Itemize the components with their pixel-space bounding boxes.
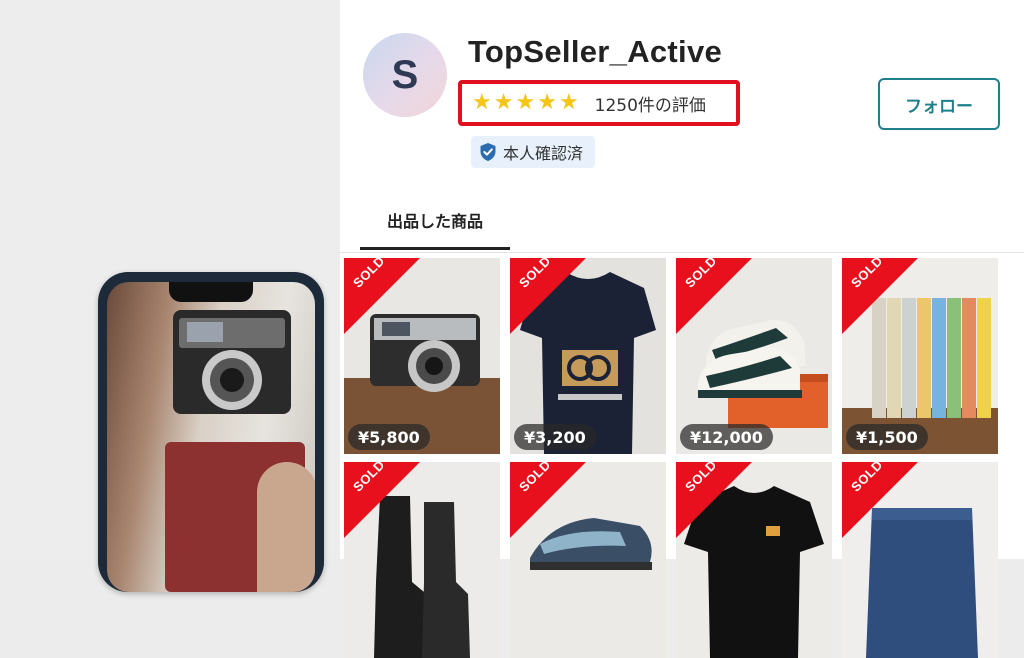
phone-illustration bbox=[98, 272, 324, 592]
phone-screen bbox=[107, 282, 315, 592]
finger-image bbox=[257, 462, 315, 592]
list-item[interactable]: SOLD bbox=[344, 462, 500, 658]
star-icon: ★ bbox=[515, 90, 536, 115]
shield-check-icon bbox=[480, 143, 496, 161]
sold-ribbon bbox=[344, 258, 420, 334]
star-icon: ★ bbox=[493, 90, 514, 115]
sold-ribbon bbox=[842, 462, 918, 538]
list-item[interactable]: SOLD ¥5,800 bbox=[344, 258, 500, 454]
price-badge: ¥12,000 bbox=[680, 424, 773, 450]
tab-divider bbox=[340, 252, 1024, 253]
camera-photo-icon bbox=[173, 310, 291, 414]
price-badge: ¥5,800 bbox=[348, 424, 430, 450]
tab-listed-items[interactable]: 出品した商品 bbox=[360, 198, 510, 250]
price-badge: ¥3,200 bbox=[514, 424, 596, 450]
star-icon: ★ bbox=[472, 90, 492, 115]
list-item[interactable]: SOLD bbox=[676, 462, 832, 658]
phone-notch bbox=[169, 282, 253, 302]
seller-profile-panel: S TopSeller_Active ★ ★ ★ ★ ★ 1250件の評価 本人… bbox=[340, 0, 1024, 658]
star-icon: ★ bbox=[537, 90, 557, 115]
avatar-letter: S bbox=[391, 52, 419, 97]
sold-ribbon bbox=[510, 258, 586, 334]
sold-ribbon bbox=[344, 462, 420, 538]
sold-ribbon bbox=[676, 258, 752, 334]
price-badge: ¥1,500 bbox=[846, 424, 928, 450]
review-count: 1250件の評価 bbox=[594, 95, 706, 116]
rating-highlight[interactable]: ★ ★ ★ ★ ★ 1250件の評価 bbox=[458, 80, 740, 126]
list-item[interactable]: SOLD ¥12,000 bbox=[676, 258, 832, 454]
list-item[interactable]: SOLD ¥1,500 bbox=[842, 258, 998, 454]
star-icon: ★ bbox=[558, 90, 579, 115]
verified-label: 本人確認済 bbox=[503, 144, 584, 163]
verified-badge: 本人確認済 bbox=[471, 136, 596, 168]
sold-ribbon bbox=[676, 462, 752, 538]
list-item[interactable]: SOLD bbox=[842, 462, 998, 658]
list-item[interactable]: SOLD ¥3,200 bbox=[510, 258, 666, 454]
avatar[interactable]: S bbox=[363, 33, 447, 117]
sold-ribbon bbox=[842, 258, 918, 334]
sold-ribbon bbox=[510, 462, 586, 538]
star-rating: ★ ★ ★ ★ ★ bbox=[472, 92, 579, 114]
follow-button[interactable]: フォロー bbox=[878, 78, 1000, 130]
seller-name: TopSeller_Active bbox=[468, 34, 723, 69]
list-item[interactable]: SOLD bbox=[510, 462, 666, 658]
